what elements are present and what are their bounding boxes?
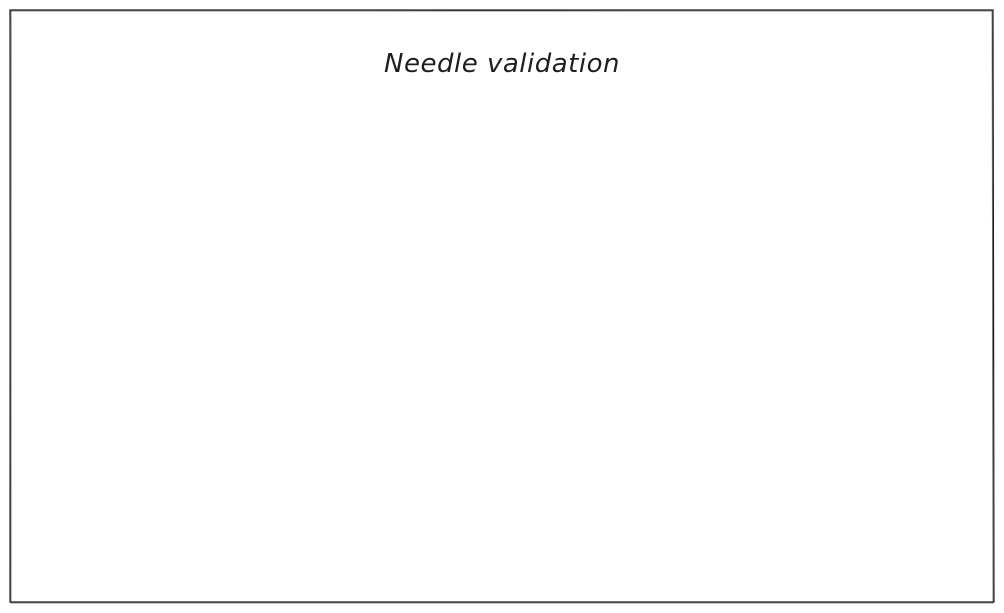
frame-border [9,9,995,604]
frame-border-stroke-1 [9,9,995,603]
frame-border-stroke-2 [10,10,994,604]
diagram-canvas: Needle validation [0,0,1004,613]
frame-title: Needle validation [384,49,620,79]
